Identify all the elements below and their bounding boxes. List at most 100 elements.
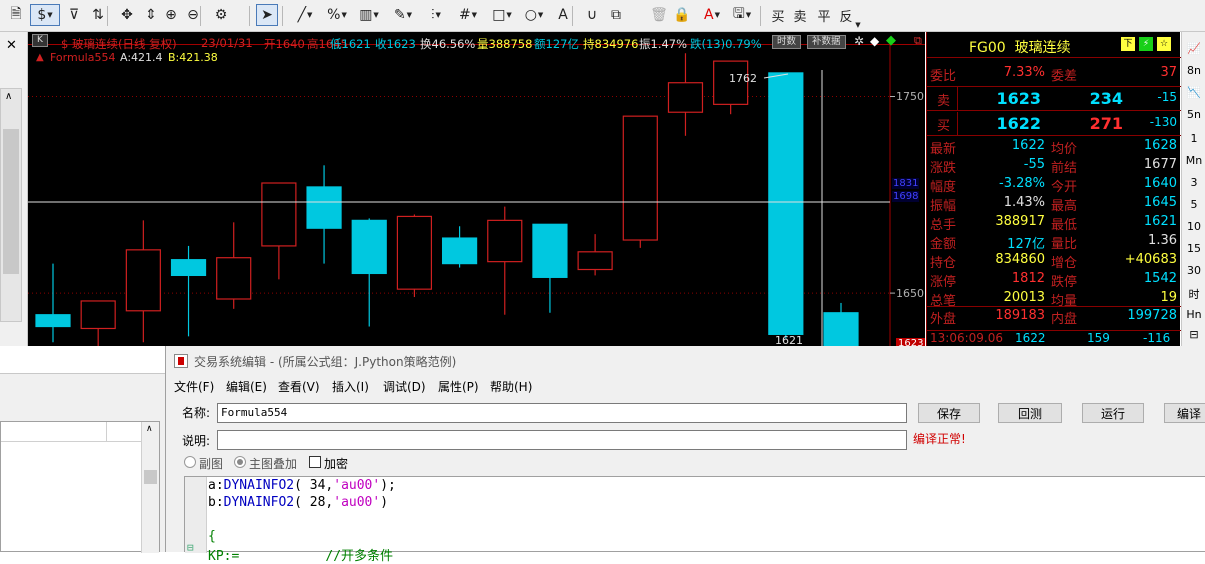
- bolt-icon[interactable]: ⚡: [1139, 37, 1153, 51]
- move-icon[interactable]: ✥: [116, 4, 138, 26]
- chevron-down-icon[interactable]: ▼: [373, 11, 378, 19]
- restore-window-icon[interactable]: ⧉: [914, 34, 922, 48]
- chevron-up-icon[interactable]: ∧: [5, 91, 12, 102]
- period-button-7[interactable]: 3: [1182, 176, 1205, 189]
- chevron-down-icon[interactable]: ▼: [746, 11, 751, 19]
- close-icon[interactable]: ✕: [6, 38, 17, 53]
- grid-icon[interactable]: # ▼: [453, 4, 483, 26]
- save-button[interactable]: 保存: [918, 403, 980, 423]
- tree-scrollbar[interactable]: ∧: [141, 422, 159, 553]
- copy-icon[interactable]: ⧉: [605, 4, 627, 26]
- menu-item-6[interactable]: 属性(P): [438, 378, 479, 395]
- chevron-down-icon[interactable]: ▼: [341, 11, 346, 19]
- backtest-button[interactable]: 回测: [998, 403, 1062, 423]
- chart-date: 23/01/31: [201, 36, 253, 50]
- percent-icon[interactable]: % ▼: [322, 4, 352, 26]
- magnet-icon[interactable]: ∪: [581, 4, 603, 26]
- refresh-icon[interactable]: ⇅: [87, 4, 109, 26]
- chevron-down-icon[interactable]: ▼: [436, 11, 441, 19]
- period-button-3[interactable]: 📉: [1182, 86, 1205, 99]
- trade-button-4[interactable]: 反: [836, 4, 856, 26]
- trade-button-1[interactable]: 买: [768, 4, 788, 26]
- radio-main-overlay[interactable]: [234, 456, 246, 468]
- vertical-cursor-icon[interactable]: ⇕: [140, 4, 162, 26]
- menu-item-2[interactable]: 编辑(E): [226, 378, 267, 395]
- period-button-9[interactable]: 10: [1182, 220, 1205, 233]
- compile-button[interactable]: 编译: [1164, 403, 1205, 423]
- compile-status: 编译正常!: [913, 432, 966, 446]
- trade-button-2[interactable]: 卖: [790, 4, 810, 26]
- chevron-up-icon[interactable]: ∧: [146, 424, 153, 434]
- chevron-down-icon[interactable]: ▼: [407, 11, 412, 19]
- name-field[interactable]: Formula554: [217, 403, 907, 423]
- settings-icon[interactable]: ⚙: [210, 4, 232, 26]
- text-icon[interactable]: A: [552, 4, 574, 26]
- period-button-12[interactable]: 时: [1182, 286, 1205, 302]
- encrypt-checkbox[interactable]: [309, 456, 321, 468]
- zoom-in-icon[interactable]: ⊕: [160, 4, 182, 26]
- flag-icon[interactable]: 下: [1121, 37, 1135, 51]
- menu-item-5[interactable]: 调试(D): [383, 378, 426, 395]
- gear-icon[interactable]: ✲: [854, 34, 864, 48]
- chevron-down-icon[interactable]: ▼: [715, 11, 720, 19]
- pointer-icon[interactable]: ➤: [256, 4, 278, 26]
- bars-icon[interactable]: ⫶ ▼: [421, 4, 451, 26]
- font-color-icon[interactable]: A ▼: [697, 4, 727, 26]
- ruler-icon[interactable]: ▥ ▼: [354, 4, 384, 26]
- period-button-10[interactable]: 15: [1182, 242, 1205, 255]
- period-button-4[interactable]: 5n: [1182, 108, 1205, 121]
- line-draw-icon[interactable]: ╱ ▼: [290, 4, 320, 26]
- fill-data-button[interactable]: 补数据: [807, 35, 846, 49]
- delete-icon[interactable]: 🗑: [648, 4, 670, 26]
- pen-icon[interactable]: ✎ ▼: [388, 4, 418, 26]
- period-button-14[interactable]: ⊟: [1182, 328, 1205, 341]
- chevron-down-icon[interactable]: ▼: [47, 11, 52, 19]
- menu-item-1[interactable]: 文件(F): [174, 378, 214, 395]
- left-scrollbar[interactable]: ∧: [0, 88, 22, 322]
- quote-label: 前结: [1051, 161, 1078, 176]
- period-button-11[interactable]: 30: [1182, 264, 1205, 277]
- rectangle-icon[interactable]: □ ▼: [487, 4, 517, 26]
- scroll-thumb[interactable]: [144, 470, 157, 484]
- desc-field[interactable]: [217, 430, 907, 450]
- tick-chg: -116: [1143, 331, 1171, 345]
- copy-icon-glyph: ⧉: [611, 7, 621, 23]
- diamond-icon[interactable]: ◆: [870, 34, 879, 48]
- code-line[interactable]: b:DYNAINFO2( 28,'au00'): [208, 495, 388, 510]
- period-button-8[interactable]: 5: [1182, 198, 1205, 211]
- period-button-13[interactable]: Hn: [1182, 308, 1205, 321]
- chevron-down-icon[interactable]: ▼: [472, 11, 477, 19]
- radio-sub-chart[interactable]: [184, 456, 196, 468]
- quote-label: 增仓: [1051, 256, 1078, 271]
- zoom-out-icon[interactable]: ⊖: [182, 4, 204, 26]
- currency-icon[interactable]: $ ▼: [30, 4, 60, 26]
- save-icon[interactable]: 🖫 ▼: [727, 4, 757, 26]
- candle-body: [396, 215, 433, 290]
- ellipse-icon[interactable]: ○ ▼: [519, 4, 549, 26]
- period-button-5[interactable]: 1: [1182, 132, 1205, 145]
- code-line[interactable]: {: [208, 529, 216, 544]
- document-icon[interactable]: 🗎: [5, 4, 27, 26]
- fold-marker[interactable]: ⊟: [187, 541, 194, 554]
- tree-list[interactable]: ∧: [0, 421, 160, 553]
- menu-item-4[interactable]: 插入(I): [332, 378, 369, 395]
- period-button[interactable]: 时数: [772, 35, 802, 49]
- filter-icon[interactable]: ⊽: [63, 4, 85, 26]
- green-diamond-icon[interactable]: ◆: [886, 33, 896, 48]
- period-button-6[interactable]: Mn: [1182, 154, 1205, 167]
- star-icon[interactable]: ☆: [1157, 37, 1171, 51]
- code-line[interactable]: KP:= //开多条件: [208, 545, 393, 564]
- chevron-down-icon[interactable]: ▼: [506, 11, 511, 19]
- menu-item-3[interactable]: 查看(V): [278, 378, 320, 395]
- run-button[interactable]: 运行: [1082, 403, 1144, 423]
- period-button-2[interactable]: 8n: [1182, 64, 1205, 77]
- trade-button-3[interactable]: 平: [814, 4, 834, 26]
- period-button-1[interactable]: 📈: [1182, 42, 1205, 55]
- lock-icon[interactable]: 🔒: [671, 4, 693, 26]
- code-line[interactable]: a:DYNAINFO2( 34,'au00');: [208, 478, 396, 493]
- scroll-thumb[interactable]: [3, 129, 19, 274]
- chevron-down-icon[interactable]: ▼: [307, 11, 312, 19]
- chevron-down-icon[interactable]: ▼: [538, 11, 543, 19]
- menu-item-7[interactable]: 帮助(H): [490, 378, 532, 395]
- kline-chart[interactable]: K $ 玻璃连续(日线 复权) 23/01/31 开1640 高1645 低16…: [28, 32, 925, 346]
